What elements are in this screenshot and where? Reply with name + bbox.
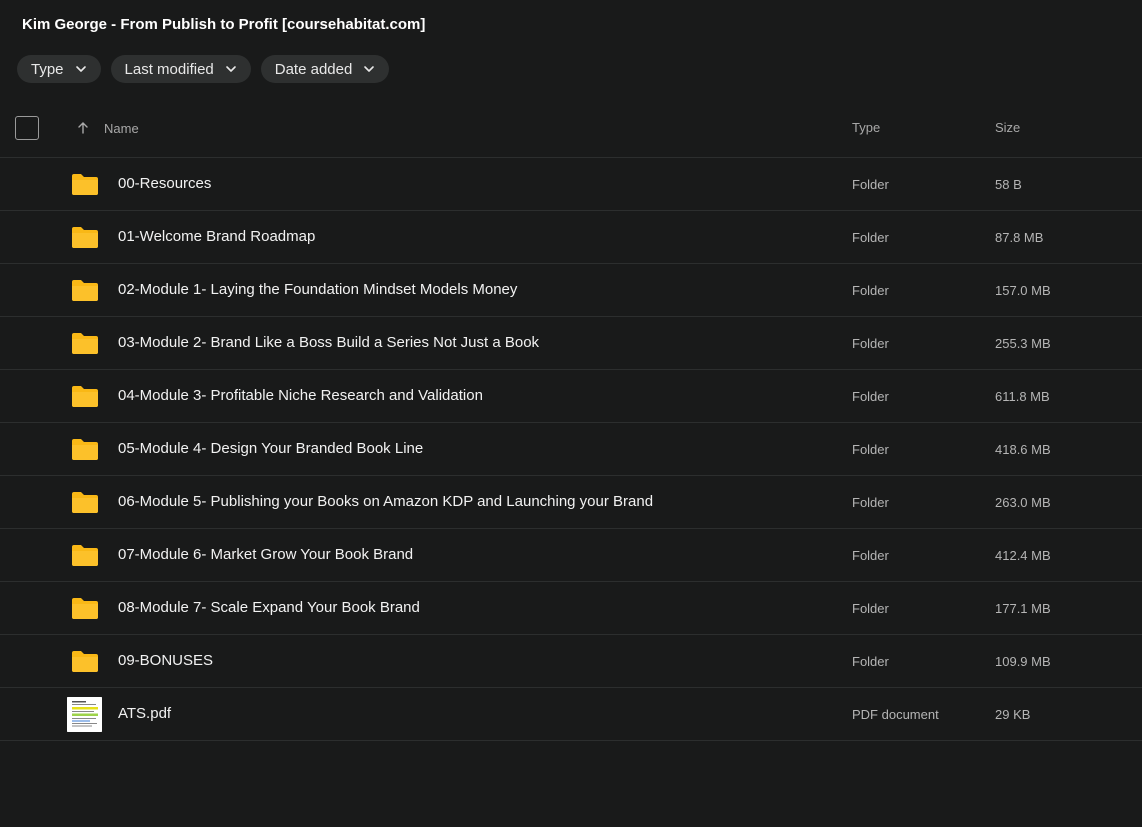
file-type: Folder bbox=[852, 654, 889, 669]
folder-icon bbox=[70, 543, 100, 567]
file-size: 418.6 MB bbox=[995, 442, 1051, 457]
file-name[interactable]: 04-Module 3- Profitable Niche Research a… bbox=[118, 387, 483, 404]
file-size: 177.1 MB bbox=[995, 601, 1051, 616]
table-row[interactable]: 02-Module 1- Laying the Foundation Minds… bbox=[0, 264, 1142, 317]
folder-icon bbox=[70, 278, 100, 302]
table-header: Name Type Size bbox=[0, 102, 1142, 158]
folder-icon bbox=[70, 596, 100, 620]
table-row[interactable]: 09-BONUSES Folder 109.9 MB bbox=[0, 635, 1142, 688]
file-name[interactable]: 01-Welcome Brand Roadmap bbox=[118, 228, 315, 245]
table-row[interactable]: 06-Module 5- Publishing your Books on Am… bbox=[0, 476, 1142, 529]
file-size: 157.0 MB bbox=[995, 283, 1051, 298]
file-size: 263.0 MB bbox=[995, 495, 1051, 510]
file-type: Folder bbox=[852, 336, 889, 351]
file-type: Folder bbox=[852, 495, 889, 510]
file-type: Folder bbox=[852, 283, 889, 298]
file-size: 611.8 MB bbox=[995, 389, 1050, 404]
table-row[interactable]: ATS.pdf PDF document 29 KB bbox=[0, 688, 1142, 741]
table-row[interactable]: 08-Module 7- Scale Expand Your Book Bran… bbox=[0, 582, 1142, 635]
column-header-size[interactable]: Size bbox=[995, 120, 1020, 135]
file-type: Folder bbox=[852, 230, 889, 245]
filter-label: Last modified bbox=[124, 60, 214, 78]
file-name[interactable]: 03-Module 2- Brand Like a Boss Build a S… bbox=[118, 334, 539, 351]
table-row[interactable]: 04-Module 3- Profitable Niche Research a… bbox=[0, 370, 1142, 423]
folder-icon bbox=[70, 172, 100, 196]
arrow-up-icon[interactable] bbox=[76, 121, 90, 135]
file-size: 109.9 MB bbox=[995, 654, 1051, 669]
filter-type-button[interactable]: Type bbox=[17, 55, 101, 83]
file-name[interactable]: 09-BONUSES bbox=[118, 652, 213, 669]
filter-label: Date added bbox=[274, 60, 353, 78]
column-header-type[interactable]: Type bbox=[852, 120, 880, 135]
folder-icon bbox=[70, 225, 100, 249]
file-size: 412.4 MB bbox=[995, 548, 1051, 563]
table-row[interactable]: 01-Welcome Brand Roadmap Folder 87.8 MB bbox=[0, 211, 1142, 264]
filter-date-added-button[interactable]: Date added bbox=[260, 55, 390, 83]
folder-icon bbox=[70, 331, 100, 355]
file-list: 00-Resources Folder 58 B 01-Welcome Brand R… bbox=[0, 158, 1142, 741]
file-size: 87.8 MB bbox=[995, 230, 1044, 245]
file-type: Folder bbox=[852, 548, 889, 563]
filter-label: Type bbox=[31, 60, 64, 78]
file-name[interactable]: 08-Module 7- Scale Expand Your Book Bran… bbox=[118, 599, 420, 616]
chevron-down-icon bbox=[74, 62, 88, 76]
folder-icon bbox=[70, 384, 100, 408]
file-type: PDF document bbox=[852, 707, 939, 722]
file-name[interactable]: 00-Resources bbox=[118, 175, 211, 192]
folder-icon bbox=[70, 437, 100, 461]
folder-title: Kim George - From Publish to Profit [cou… bbox=[22, 16, 426, 33]
file-name[interactable]: 02-Module 1- Laying the Foundation Minds… bbox=[118, 281, 517, 298]
file-name[interactable]: 06-Module 5- Publishing your Books on Am… bbox=[118, 493, 653, 510]
select-all-checkbox[interactable] bbox=[15, 116, 39, 140]
file-type: Folder bbox=[852, 601, 889, 616]
file-name[interactable]: ATS.pdf bbox=[118, 705, 171, 722]
filter-last-modified-button[interactable]: Last modified bbox=[110, 55, 251, 83]
file-type: Folder bbox=[852, 177, 889, 192]
folder-icon bbox=[70, 649, 100, 673]
table-row[interactable]: 00-Resources Folder 58 B bbox=[0, 158, 1142, 211]
pdf-thumbnail-icon bbox=[67, 697, 102, 732]
file-type: Folder bbox=[852, 389, 889, 404]
table-row[interactable]: 05-Module 4- Design Your Branded Book Li… bbox=[0, 423, 1142, 476]
table-row[interactable]: 07-Module 6- Market Grow Your Book Brand… bbox=[0, 529, 1142, 582]
file-name[interactable]: 05-Module 4- Design Your Branded Book Li… bbox=[118, 440, 423, 457]
file-size: 58 B bbox=[995, 177, 1022, 192]
file-browser: Kim George - From Publish to Profit [cou… bbox=[0, 0, 1142, 827]
folder-icon bbox=[70, 490, 100, 514]
file-name[interactable]: 07-Module 6- Market Grow Your Book Brand bbox=[118, 546, 413, 563]
table-row[interactable]: 03-Module 2- Brand Like a Boss Build a S… bbox=[0, 317, 1142, 370]
chevron-down-icon bbox=[224, 62, 238, 76]
file-size: 255.3 MB bbox=[995, 336, 1051, 351]
chevron-down-icon bbox=[362, 62, 376, 76]
file-type: Folder bbox=[852, 442, 889, 457]
column-header-name[interactable]: Name bbox=[104, 121, 139, 136]
filter-bar: Type Last modified Date added bbox=[17, 55, 390, 83]
file-size: 29 KB bbox=[995, 707, 1031, 722]
